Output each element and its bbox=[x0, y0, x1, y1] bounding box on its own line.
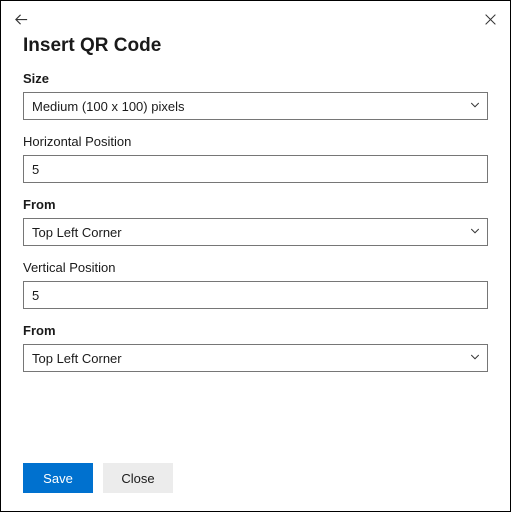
horizontal-from-label: From bbox=[23, 197, 488, 212]
horizontal-position-value: 5 bbox=[32, 162, 39, 177]
horizontal-position-input[interactable]: 5 bbox=[23, 155, 488, 183]
vertical-position-label: Vertical Position bbox=[23, 260, 488, 275]
save-button[interactable]: Save bbox=[23, 463, 93, 493]
vertical-from-select[interactable]: Top Left Corner bbox=[23, 344, 488, 372]
size-label: Size bbox=[23, 71, 488, 86]
chevron-down-icon bbox=[469, 225, 481, 240]
vertical-from-value: Top Left Corner bbox=[32, 351, 122, 366]
dialog-title: Insert QR Code bbox=[1, 29, 510, 71]
back-arrow-icon[interactable] bbox=[11, 9, 31, 29]
horizontal-position-label: Horizontal Position bbox=[23, 134, 488, 149]
horizontal-from-select[interactable]: Top Left Corner bbox=[23, 218, 488, 246]
size-select[interactable]: Medium (100 x 100) pixels bbox=[23, 92, 488, 120]
close-button[interactable]: Close bbox=[103, 463, 173, 493]
vertical-from-label: From bbox=[23, 323, 488, 338]
size-select-value: Medium (100 x 100) pixels bbox=[32, 99, 184, 114]
vertical-position-input[interactable]: 5 bbox=[23, 281, 488, 309]
vertical-position-value: 5 bbox=[32, 288, 39, 303]
chevron-down-icon bbox=[469, 351, 481, 366]
chevron-down-icon bbox=[469, 99, 481, 114]
close-icon[interactable] bbox=[480, 9, 500, 29]
horizontal-from-value: Top Left Corner bbox=[32, 225, 122, 240]
